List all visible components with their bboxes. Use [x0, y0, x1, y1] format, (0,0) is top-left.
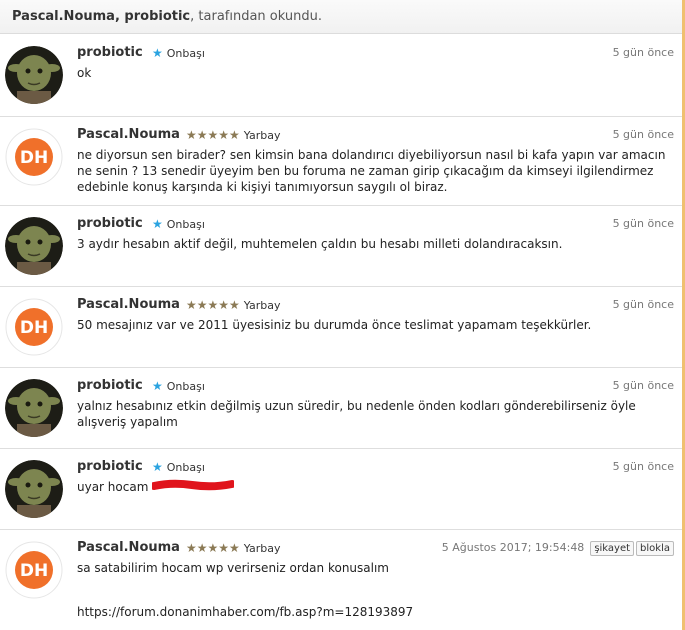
message-date: 5 gün önce: [612, 298, 674, 311]
message-item: probiotic ★ Onbaşı 5 gün önce yalnız hesa…: [0, 368, 682, 449]
rank-badge: ★ Onbaşı: [152, 46, 205, 60]
message-text: 3 aydır hesabın aktif değil, muhtemelen …: [77, 237, 563, 251]
yoda-avatar[interactable]: [5, 46, 63, 104]
message-date: 5 gün önce: [612, 46, 674, 59]
author-name[interactable]: Pascal.Nouma: [77, 127, 180, 142]
rank-badge: ★ Onbaşı: [152, 460, 205, 474]
message-item: DH Pascal.Nouma ★★★★★ Yarbay 5 gün önce n…: [0, 117, 682, 206]
svg-text:DH: DH: [20, 318, 48, 338]
yoda-avatar[interactable]: [5, 217, 63, 275]
message-item: probiotic ★ Onbaşı 5 gün önce ok: [0, 35, 682, 117]
header-separator: ,: [114, 9, 125, 24]
rank-badge: ★★★★★ Yarbay: [186, 298, 281, 312]
svg-text:DH: DH: [20, 561, 48, 581]
message-date: 5 gün önce: [612, 217, 674, 230]
five-stars-icon: ★★★★★: [186, 298, 240, 312]
blue-star-icon: ★: [152, 46, 163, 60]
message-text: ne diyorsun sen birader? sen kimsin bana…: [77, 148, 666, 194]
author-name[interactable]: Pascal.Nouma: [77, 297, 180, 312]
svg-text:DH: DH: [20, 148, 48, 168]
message-date: 5 gün önce: [612, 460, 674, 473]
forum-link[interactable]: https://forum.donanimhaber.com/fb.asp?m=…: [77, 605, 413, 619]
message-date: 5 Ağustos 2017; 19:54:48: [441, 541, 585, 554]
reader-name-2[interactable]: probiotic: [124, 9, 190, 24]
author-name[interactable]: probiotic: [77, 216, 143, 231]
read-status-text: , tarafından okundu.: [190, 9, 322, 24]
five-stars-icon: ★★★★★: [186, 541, 240, 555]
blue-star-icon: ★: [152, 379, 163, 393]
message-item: DH Pascal.Nouma ★★★★★ Yarbay 5 Ağustos 20…: [0, 530, 682, 630]
reader-name-1[interactable]: Pascal.Nouma: [12, 9, 115, 24]
message-date: 5 gün önce: [612, 379, 674, 392]
message-meta: 5 Ağustos 2017; 19:54:48 şikayet blokla: [442, 541, 674, 556]
rank-badge: ★★★★★ Yarbay: [186, 128, 281, 142]
author-name[interactable]: Pascal.Nouma: [77, 540, 180, 555]
message-text: ok: [77, 66, 92, 80]
report-button[interactable]: şikayet: [590, 541, 635, 556]
blue-star-icon: ★: [152, 217, 163, 231]
rank-badge: ★ Onbaşı: [152, 379, 205, 393]
author-name[interactable]: probiotic: [77, 378, 143, 393]
yoda-avatar[interactable]: [5, 379, 63, 437]
author-name[interactable]: probiotic: [77, 459, 143, 474]
author-name[interactable]: probiotic: [77, 45, 143, 60]
blue-star-icon: ★: [152, 460, 163, 474]
yoda-avatar[interactable]: [5, 460, 63, 518]
message-date: 5 gün önce: [612, 128, 674, 141]
message-item: DH Pascal.Nouma ★★★★★ Yarbay 5 gün önce 5…: [0, 287, 682, 368]
rank-badge: ★ Onbaşı: [152, 217, 205, 231]
dh-logo-avatar[interactable]: DH: [5, 541, 63, 599]
message-item: probiotic ★ Onbaşı 5 gün önce 3 aydır hes…: [0, 206, 682, 287]
message-text: 50 mesajınız var ve 2011 üyesisiniz bu d…: [77, 318, 592, 332]
message-item: probiotic ★ Onbaşı 5 gün önce uyar hocam: [0, 449, 682, 530]
message-text: yalnız hesabınız etkin değilmiş uzun sür…: [77, 399, 636, 429]
redaction-scribble: [152, 479, 234, 491]
block-button[interactable]: blokla: [636, 541, 674, 556]
five-stars-icon: ★★★★★: [186, 128, 240, 142]
dh-logo-avatar[interactable]: DH: [5, 298, 63, 356]
read-receipt-header: Pascal.Nouma, probiotic, tarafından okun…: [0, 0, 682, 34]
dh-logo-avatar[interactable]: DH: [5, 128, 63, 186]
message-text: sa satabilirim hocam wp verirseniz ordan…: [77, 561, 389, 575]
rank-badge: ★★★★★ Yarbay: [186, 541, 281, 555]
